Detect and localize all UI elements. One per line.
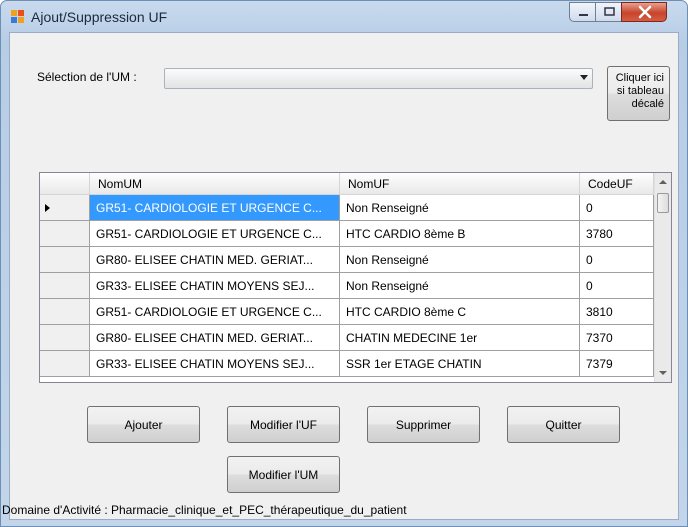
cell-codeuf[interactable]: 3810: [580, 299, 654, 325]
shifted-table-button-line1: Cliquer ici: [615, 72, 664, 84]
cell-nomuf[interactable]: HTC CARDIO 8ème B: [340, 221, 580, 247]
title-bar[interactable]: Ajout/Suppression UF: [1, 1, 687, 33]
row-header[interactable]: [40, 273, 90, 299]
close-button[interactable]: [621, 2, 667, 22]
row-header[interactable]: [40, 299, 90, 325]
row-header[interactable]: [40, 247, 90, 273]
maximize-button[interactable]: [595, 2, 622, 22]
table-row[interactable]: GR51- CARDIOLOGIE ET URGENCE C... HTC CAR…: [40, 299, 654, 325]
shifted-table-button[interactable]: Cliquer ici si tableau décalé: [607, 66, 670, 121]
table-row[interactable]: GR51- CARDIOLOGIE ET URGENCE C... Non Ren…: [40, 195, 654, 221]
app-window: Ajout/Suppression UF Sélection de l'UM :…: [0, 0, 688, 527]
row-header[interactable]: [40, 221, 90, 247]
current-row-arrow-icon: [45, 204, 50, 212]
shifted-table-button-label: Cliquer ici si tableau décalé: [616, 72, 664, 111]
scroll-thumb[interactable]: [657, 193, 669, 213]
table-row[interactable]: GR80- ELISEE CHATIN MED. GERIAT... CHATIN…: [40, 325, 654, 351]
um-selection-combobox[interactable]: [164, 68, 593, 89]
column-header-codeuf[interactable]: CodeUF: [580, 173, 654, 195]
chevron-down-icon: [580, 75, 588, 80]
form-client-area: Sélection de l'UM : Cliquer ici si table…: [2, 32, 679, 520]
cell-codeuf[interactable]: 0: [580, 247, 654, 273]
cell-nomuf[interactable]: SSR 1er ETAGE CHATIN: [340, 351, 580, 377]
cell-nomum[interactable]: GR51- CARDIOLOGIE ET URGENCE C...: [90, 195, 340, 221]
row-header[interactable]: [40, 325, 90, 351]
quit-button[interactable]: Quitter: [507, 406, 620, 443]
table-row[interactable]: GR33- ELISEE CHATIN MOYENS SEJ... SSR 1er…: [40, 351, 654, 377]
cell-nomuf[interactable]: Non Renseigné: [340, 247, 580, 273]
window-title: Ajout/Suppression UF: [31, 9, 168, 25]
modify-um-button[interactable]: Modifier l'UM: [227, 456, 340, 493]
scroll-up-arrow-icon[interactable]: [659, 180, 667, 184]
cell-nomum[interactable]: GR80- ELISEE CHATIN MED. GERIAT...: [90, 325, 340, 351]
cell-nomuf[interactable]: HTC CARDIO 8ème C: [340, 299, 580, 325]
cell-nomum[interactable]: GR80- ELISEE CHATIN MED. GERIAT...: [90, 247, 340, 273]
activity-domain-status: Domaine d'Activité : Pharmacie_clinique_…: [2, 503, 407, 517]
table-row[interactable]: GR80- ELISEE CHATIN MED. GERIAT... Non Re…: [40, 247, 654, 273]
minimize-icon: [579, 14, 588, 16]
cell-nomuf[interactable]: Non Renseigné: [340, 195, 580, 221]
cell-codeuf[interactable]: 0: [580, 195, 654, 221]
cell-codeuf[interactable]: 0: [580, 273, 654, 299]
table-row[interactable]: GR33- ELISEE CHATIN MOYENS SEJ... Non Ren…: [40, 273, 654, 299]
minimize-button[interactable]: [569, 2, 596, 22]
shifted-table-button-line2: si tableau: [616, 85, 664, 97]
cell-codeuf[interactable]: 7379: [580, 351, 654, 377]
close-icon: [638, 5, 652, 19]
row-header[interactable]: [40, 195, 90, 221]
row-header[interactable]: [40, 351, 90, 377]
scroll-down-arrow-icon[interactable]: [659, 371, 667, 375]
cell-nomum[interactable]: GR33- ELISEE CHATIN MOYENS SEJ...: [90, 351, 340, 377]
app-icon: [11, 10, 24, 23]
cell-nomum[interactable]: GR51- CARDIOLOGIE ET URGENCE C...: [90, 299, 340, 325]
um-selection-label: Sélection de l'UM :: [37, 70, 137, 84]
maximize-icon: [604, 7, 615, 16]
add-button[interactable]: Ajouter: [87, 406, 200, 443]
cell-nomum[interactable]: GR51- CARDIOLOGIE ET URGENCE C...: [90, 221, 340, 247]
column-header-nomuf[interactable]: NomUF: [340, 173, 580, 195]
shifted-table-button-line3: décalé: [631, 98, 664, 110]
table-row[interactable]: GR51- CARDIOLOGIE ET URGENCE C... HTC CAR…: [40, 221, 654, 247]
delete-button[interactable]: Supprimer: [367, 406, 480, 443]
grid-vertical-scrollbar[interactable]: [654, 173, 671, 382]
cell-nomuf[interactable]: Non Renseigné: [340, 273, 580, 299]
column-header-nomum[interactable]: NomUM: [90, 173, 340, 195]
grid-corner-header: [40, 173, 90, 195]
cell-codeuf[interactable]: 7370: [580, 325, 654, 351]
cell-nomuf[interactable]: CHATIN MEDECINE 1er: [340, 325, 580, 351]
cell-codeuf[interactable]: 3780: [580, 221, 654, 247]
cell-nomum[interactable]: GR33- ELISEE CHATIN MOYENS SEJ...: [90, 273, 340, 299]
uf-data-grid[interactable]: NomUM NomUF CodeUF GR51- CARDIOLOGIE ET …: [39, 172, 672, 383]
modify-uf-button[interactable]: Modifier l'UF: [227, 406, 340, 443]
